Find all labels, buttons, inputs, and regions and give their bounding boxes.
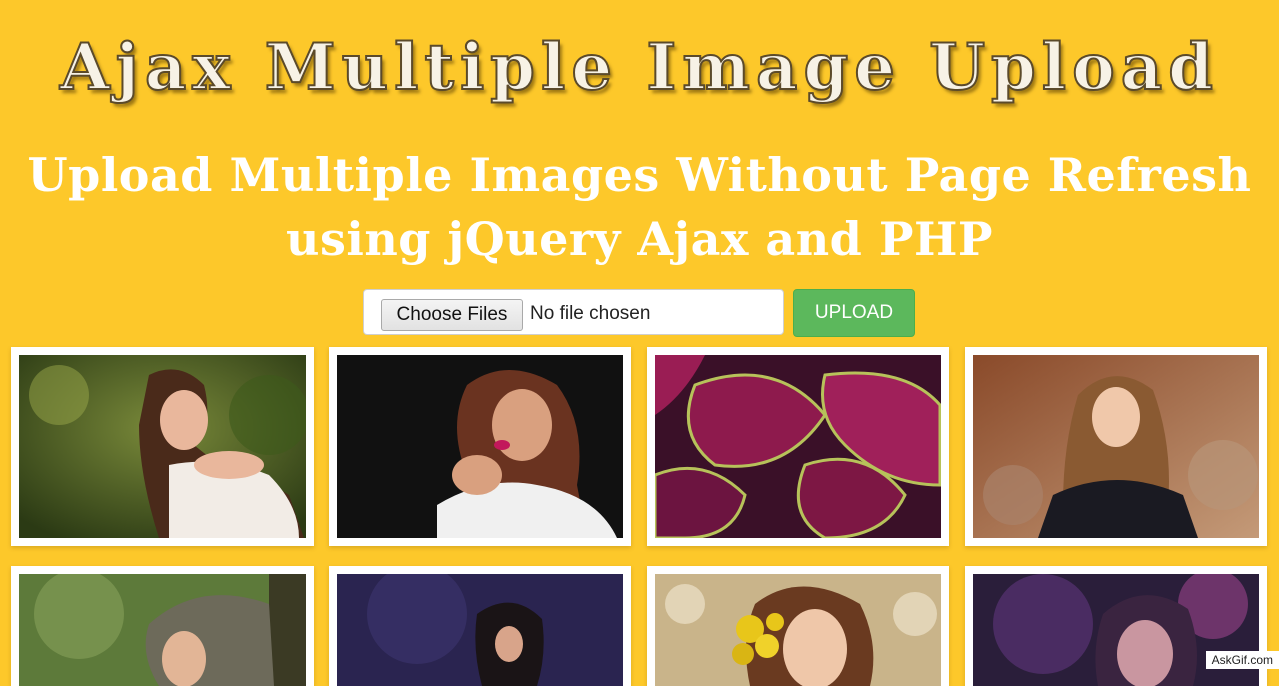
gallery-photo — [19, 355, 306, 538]
file-input[interactable]: Choose Files No file chosen — [363, 289, 784, 335]
file-status-text: No file chosen — [530, 303, 651, 324]
gallery-photo — [973, 355, 1259, 538]
page-subtitle: Upload Multiple Images Without Page Refr… — [0, 143, 1279, 271]
gallery-photo — [337, 355, 623, 538]
gallery-card[interactable] — [647, 566, 949, 686]
gallery-photo — [655, 355, 941, 538]
gallery-card[interactable] — [965, 347, 1267, 546]
gallery-card[interactable] — [329, 347, 631, 546]
upload-button[interactable]: UPLOAD — [793, 289, 915, 337]
gallery-photo — [973, 574, 1259, 686]
subtitle-line-2: using jQuery Ajax and PHP — [286, 212, 993, 266]
subtitle-line-1: Upload Multiple Images Without Page Refr… — [27, 148, 1252, 202]
gallery-photo — [337, 574, 623, 686]
gallery-card[interactable] — [11, 347, 314, 546]
choose-files-button[interactable]: Choose Files — [381, 299, 523, 331]
gallery-card[interactable] — [11, 566, 314, 686]
watermark: AskGif.com — [1205, 651, 1279, 669]
gallery-photo — [19, 574, 306, 686]
gallery-photo — [655, 574, 941, 686]
gallery-card[interactable] — [329, 566, 631, 686]
page-title: Ajax Multiple Image Upload — [59, 29, 1219, 106]
gallery-card[interactable] — [647, 347, 949, 546]
